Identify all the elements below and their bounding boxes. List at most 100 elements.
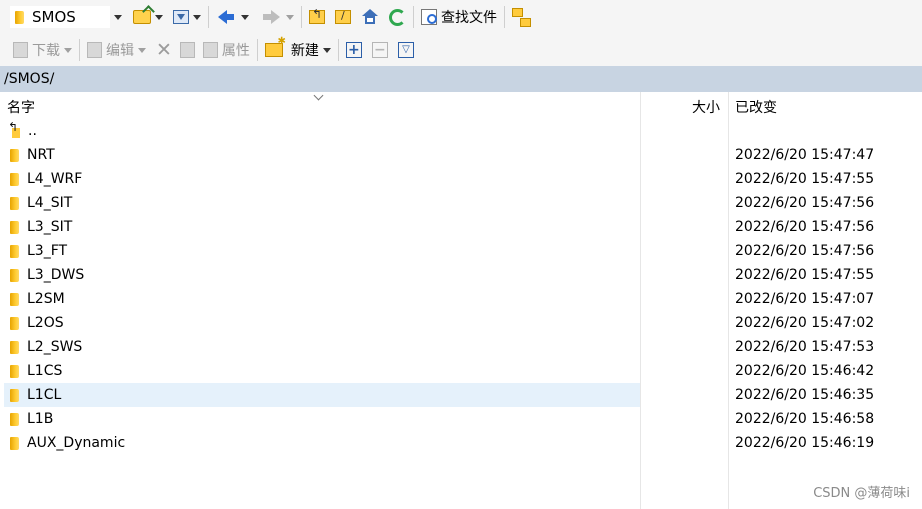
toolbar-separator [79, 39, 80, 61]
folder-icon [10, 292, 19, 306]
folder-icon [10, 220, 19, 234]
filter-files-button[interactable]: ▽ [395, 37, 417, 63]
modified-date: 2022/6/20 15:46:19 [735, 435, 875, 451]
home-directory-button[interactable] [358, 4, 382, 30]
name-cell: L3_DWS [4, 263, 640, 287]
modified-date: 2022/6/20 15:47:56 [735, 195, 875, 211]
file-name: L3_DWS [27, 267, 85, 283]
file-name: L2OS [27, 315, 64, 331]
file-name: L1B [27, 411, 54, 427]
table-row[interactable]: L2_SWS 2022/6/20 15:47:53 [0, 335, 922, 359]
sort-chevron-icon [315, 92, 323, 97]
table-row[interactable]: L2OS 2022/6/20 15:47:02 [0, 311, 922, 335]
name-cell: L2OS [4, 311, 640, 335]
new-button[interactable]: 新建 [262, 36, 334, 63]
chevron-down-icon [241, 14, 249, 20]
chevron-down-icon [64, 47, 72, 53]
toolbar-separator [208, 6, 209, 28]
column-header-name[interactable]: 名字 [7, 97, 35, 117]
path-bar[interactable]: /SMOS/ [0, 66, 922, 92]
download-icon [13, 42, 28, 58]
new-folder-icon [264, 36, 286, 57]
select-files-button[interactable]: + [343, 37, 365, 63]
chevron-down-icon [155, 14, 163, 20]
table-row[interactable]: NRT 2022/6/20 15:47:47 [0, 143, 922, 167]
root-directory-button[interactable] [332, 4, 354, 30]
table-row[interactable]: L3_DWS 2022/6/20 15:47:55 [0, 263, 922, 287]
drive-select-value: SMOS [32, 8, 76, 26]
table-row[interactable]: L2SM 2022/6/20 15:47:07 [0, 287, 922, 311]
open-directory-button[interactable] [130, 4, 166, 30]
modified-date: 2022/6/20 15:46:58 [735, 411, 875, 427]
find-files-button[interactable]: 查找文件 [418, 4, 500, 30]
file-name: L3_FT [27, 243, 68, 259]
table-row[interactable]: L3_SIT 2022/6/20 15:47:56 [0, 215, 922, 239]
back-button[interactable] [213, 4, 252, 30]
forward-button[interactable] [256, 4, 297, 30]
file-manager-window: SMOS ↰ / 查找文件 下载 编辑 ✕ 属性 ✱ 新建 + − ▽ /SMO… [0, 0, 922, 509]
arrow-left-icon [218, 10, 234, 24]
modified-date: 2022/6/20 15:47:47 [735, 147, 875, 163]
chevron-down-icon [138, 47, 146, 53]
parent-directory-button[interactable] [306, 4, 328, 30]
download-button[interactable]: 下载 [10, 37, 75, 63]
current-path: /SMOS/ [4, 71, 55, 87]
delete-button[interactable]: ✕ [153, 37, 175, 63]
toolbar-separator [301, 6, 302, 28]
refresh-icon [389, 8, 406, 26]
table-row[interactable]: L4_WRF 2022/6/20 15:47:55 [0, 167, 922, 191]
table-row[interactable]: AUX_Dynamic 2022/6/20 15:46:19 [0, 431, 922, 455]
modified-date: 2022/6/20 15:47:07 [735, 291, 875, 307]
name-cell: L4_WRF [4, 167, 640, 191]
refresh-button[interactable] [386, 4, 409, 30]
modified-date: 2022/6/20 15:46:42 [735, 363, 875, 379]
unselect-files-button[interactable]: − [369, 37, 391, 63]
modified-date: 2022/6/20 15:46:35 [735, 387, 875, 403]
properties-button[interactable]: 属性 [200, 37, 253, 63]
new-label: 新建 [290, 43, 319, 59]
column-header-modified[interactable]: 已改变 [735, 97, 777, 117]
root-folder-icon [335, 9, 351, 24]
name-cell: L1B [4, 407, 640, 431]
drive-select[interactable]: SMOS [10, 6, 110, 28]
folder-icon [10, 172, 19, 186]
toolbar-separator [413, 6, 414, 28]
file-name: .. [28, 123, 37, 139]
modified-date: 2022/6/20 15:47:53 [735, 339, 875, 355]
arrow-right-icon [263, 10, 280, 24]
find-files-icon [421, 9, 437, 25]
table-row[interactable]: L3_FT 2022/6/20 15:47:56 [0, 239, 922, 263]
folder-icon [10, 388, 19, 402]
column-header-size[interactable]: 大小 [692, 97, 720, 117]
modified-date: 2022/6/20 15:47:56 [735, 219, 875, 235]
name-cell: L4_SIT [4, 191, 640, 215]
filter-button[interactable] [170, 4, 204, 30]
name-cell: L3_SIT [4, 215, 640, 239]
file-actions-toolbar: 下载 编辑 ✕ 属性 新建 + − [0, 34, 922, 67]
chevron-down-icon[interactable] [114, 14, 122, 20]
table-row[interactable]: L1CS 2022/6/20 15:46:42 [0, 359, 922, 383]
table-row[interactable]: L1CL 2022/6/20 15:46:35 [0, 383, 922, 407]
file-name: L2SM [27, 291, 65, 307]
modified-date: 2022/6/20 15:47:56 [735, 243, 875, 259]
name-cell: L3_FT [4, 239, 640, 263]
table-row[interactable]: .. [0, 119, 922, 143]
file-name: L2_SWS [27, 339, 83, 355]
tree-view-button[interactable] [509, 4, 533, 30]
toolbar-separator [256, 39, 258, 61]
table-row[interactable]: L1B 2022/6/20 15:46:58 [0, 407, 922, 431]
properties-icon [202, 42, 218, 58]
file-name: L1CS [27, 363, 63, 379]
chevron-down-icon [322, 47, 331, 53]
folder-icon [10, 340, 19, 354]
file-list: .. NRT 2022/6/20 15:47:47 L4_WRF 2022/6/… [0, 119, 922, 455]
download-label: 下载 [32, 43, 60, 59]
file-name: AUX_Dynamic [27, 435, 126, 451]
toolbar-separator [504, 6, 505, 28]
folder-icon [10, 148, 19, 162]
table-row[interactable]: L4_SIT 2022/6/20 15:47:56 [0, 191, 922, 215]
rename-button[interactable] [177, 37, 198, 63]
file-name: NRT [27, 147, 55, 163]
name-cell: L2SM [4, 287, 640, 311]
edit-button[interactable]: 编辑 [84, 37, 149, 63]
